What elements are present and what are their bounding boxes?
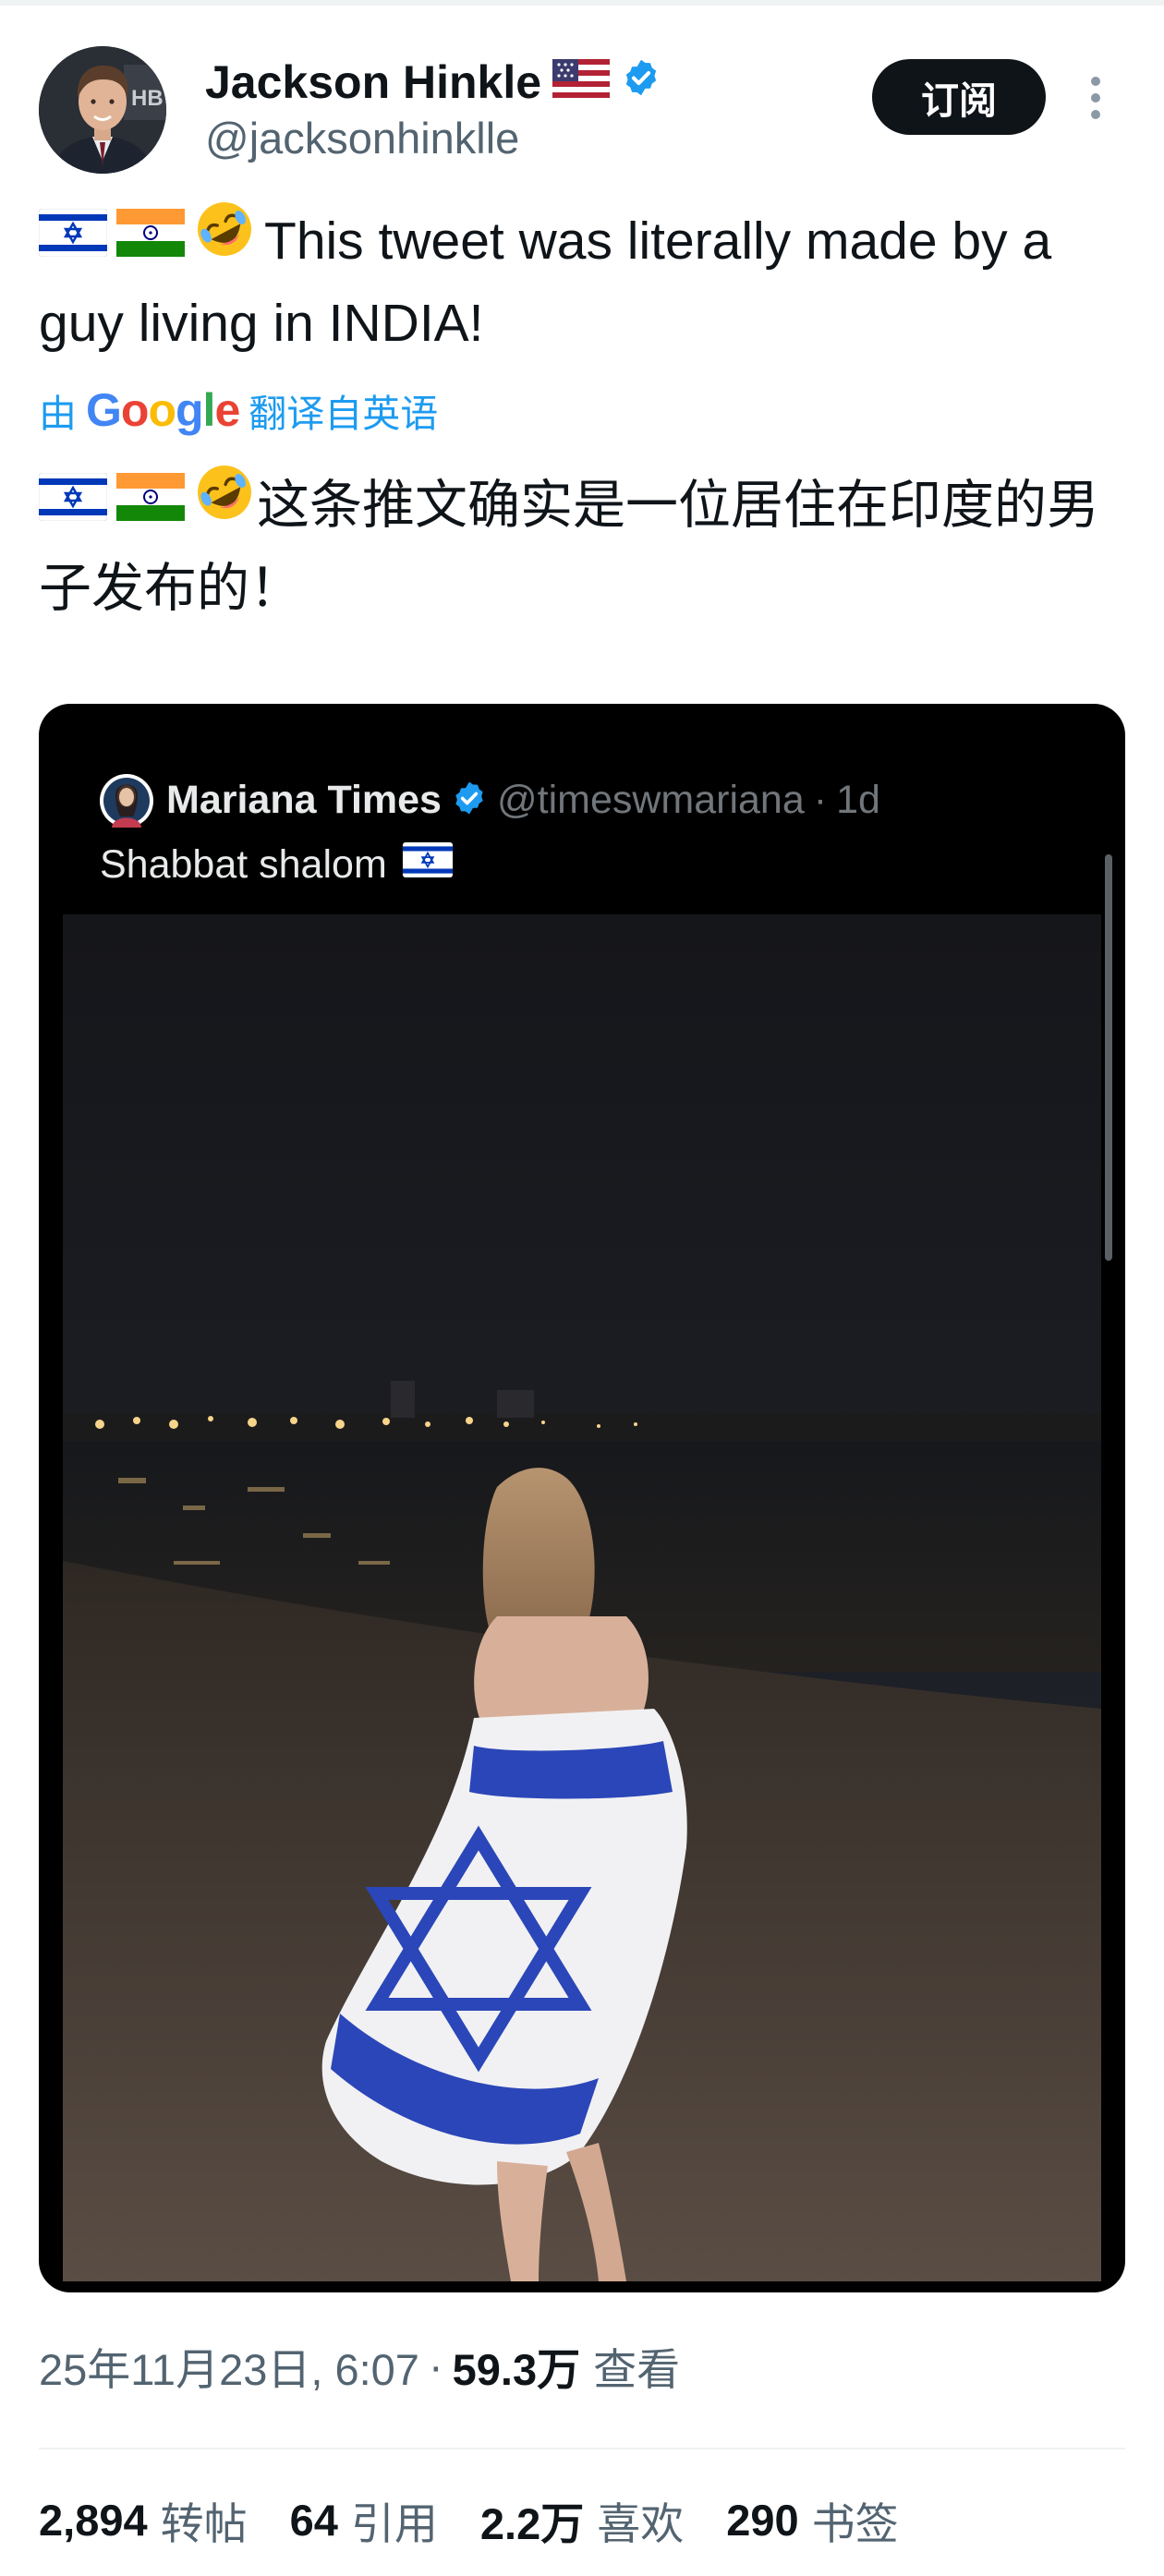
quotes-count: 64 — [289, 2495, 338, 2545]
tweet-datetime[interactable]: 25年11月23日, 6:07 — [39, 2334, 419, 2398]
quoted-timestamp: 1d — [836, 777, 880, 822]
quoted-author-name[interactable]: Mariana Times — [166, 778, 442, 823]
translation-prefix: 由 — [39, 393, 77, 435]
rolling-on-floor-laughing-icon — [194, 462, 255, 544]
likes-stat[interactable]: 2.2万 喜欢 — [480, 2488, 684, 2552]
us-flag-icon — [552, 55, 611, 109]
likes-count: 2.2万 — [479, 2498, 585, 2548]
quotes-stat[interactable]: 64 引用 — [290, 2488, 438, 2552]
quoted-tweet-text: Shabbat shalom — [100, 837, 454, 892]
india-flag-icon — [116, 465, 185, 542]
views-label: 查看 — [593, 2344, 681, 2394]
engagement-stats: 2,894 转帖 64 引用 2.2万 喜欢 290 书签 — [39, 2483, 941, 2557]
verified-badge-icon — [451, 780, 488, 821]
likes-label: 喜欢 — [597, 2498, 685, 2548]
author-name[interactable]: Jackson Hinkle — [205, 54, 661, 111]
media-scrollbar[interactable] — [1105, 854, 1112, 1261]
subscribe-button[interactable]: 订阅 — [872, 59, 1046, 135]
bookmarks-count: 290 — [726, 2495, 799, 2545]
reposts-label: 转帖 — [160, 2498, 248, 2548]
tweet-meta: 25年11月23日, 6:07 · 59.3万 查看 — [39, 2333, 680, 2398]
bookmarks-stat[interactable]: 290 书签 — [726, 2488, 898, 2552]
author-name-text: Jackson Hinkle — [205, 56, 542, 108]
translated-tweet-text: 这条推文确实是一位居住在印度的男子发布的！ — [38, 465, 1129, 627]
reposts-count: 2,894 — [39, 2495, 148, 2545]
quoted-photo[interactable] — [63, 914, 1101, 2281]
israel-flag-icon — [402, 841, 454, 888]
rolling-on-floor-laughing-icon — [194, 199, 255, 280]
views-count: 59.3万 — [452, 2344, 581, 2394]
quotes-label: 引用 — [350, 2498, 438, 2548]
author-handle[interactable]: @jacksonhinklle — [205, 113, 519, 163]
svg-text:HB: HB — [131, 86, 164, 111]
more-vertical-icon[interactable] — [1079, 74, 1112, 122]
quoted-separator: · — [813, 777, 828, 822]
google-logo: Google — [86, 384, 240, 436]
bookmarks-label: 书签 — [811, 2498, 899, 2548]
quoted-tweet-header: Mariana Times @timeswmariana · 1d — [166, 772, 880, 828]
author-avatar[interactable]: HB — [39, 46, 166, 174]
quoted-author-avatar — [100, 774, 153, 828]
israel-flag-icon — [38, 201, 108, 277]
india-flag-icon — [116, 201, 185, 277]
top-divider — [0, 0, 1164, 6]
meta-separator: · — [428, 2340, 443, 2390]
verified-badge-icon — [621, 55, 661, 109]
stats-divider — [39, 2448, 1125, 2449]
israel-flag-icon — [38, 465, 108, 542]
translation-attribution[interactable]: 由 Google 翻译自英语 — [39, 381, 438, 440]
tweet-text: This tweet was literally made by a guy l… — [38, 201, 1129, 361]
quoted-text-content: Shabbat shalom — [100, 841, 387, 887]
tweet-text-content: This tweet was literally made by a guy l… — [39, 212, 1052, 353]
translation-suffix: 翻译自英语 — [249, 393, 439, 435]
reposts-stat[interactable]: 2,894 转帖 — [39, 2488, 248, 2552]
quoted-author-handle[interactable]: @timeswmariana — [497, 778, 805, 823]
